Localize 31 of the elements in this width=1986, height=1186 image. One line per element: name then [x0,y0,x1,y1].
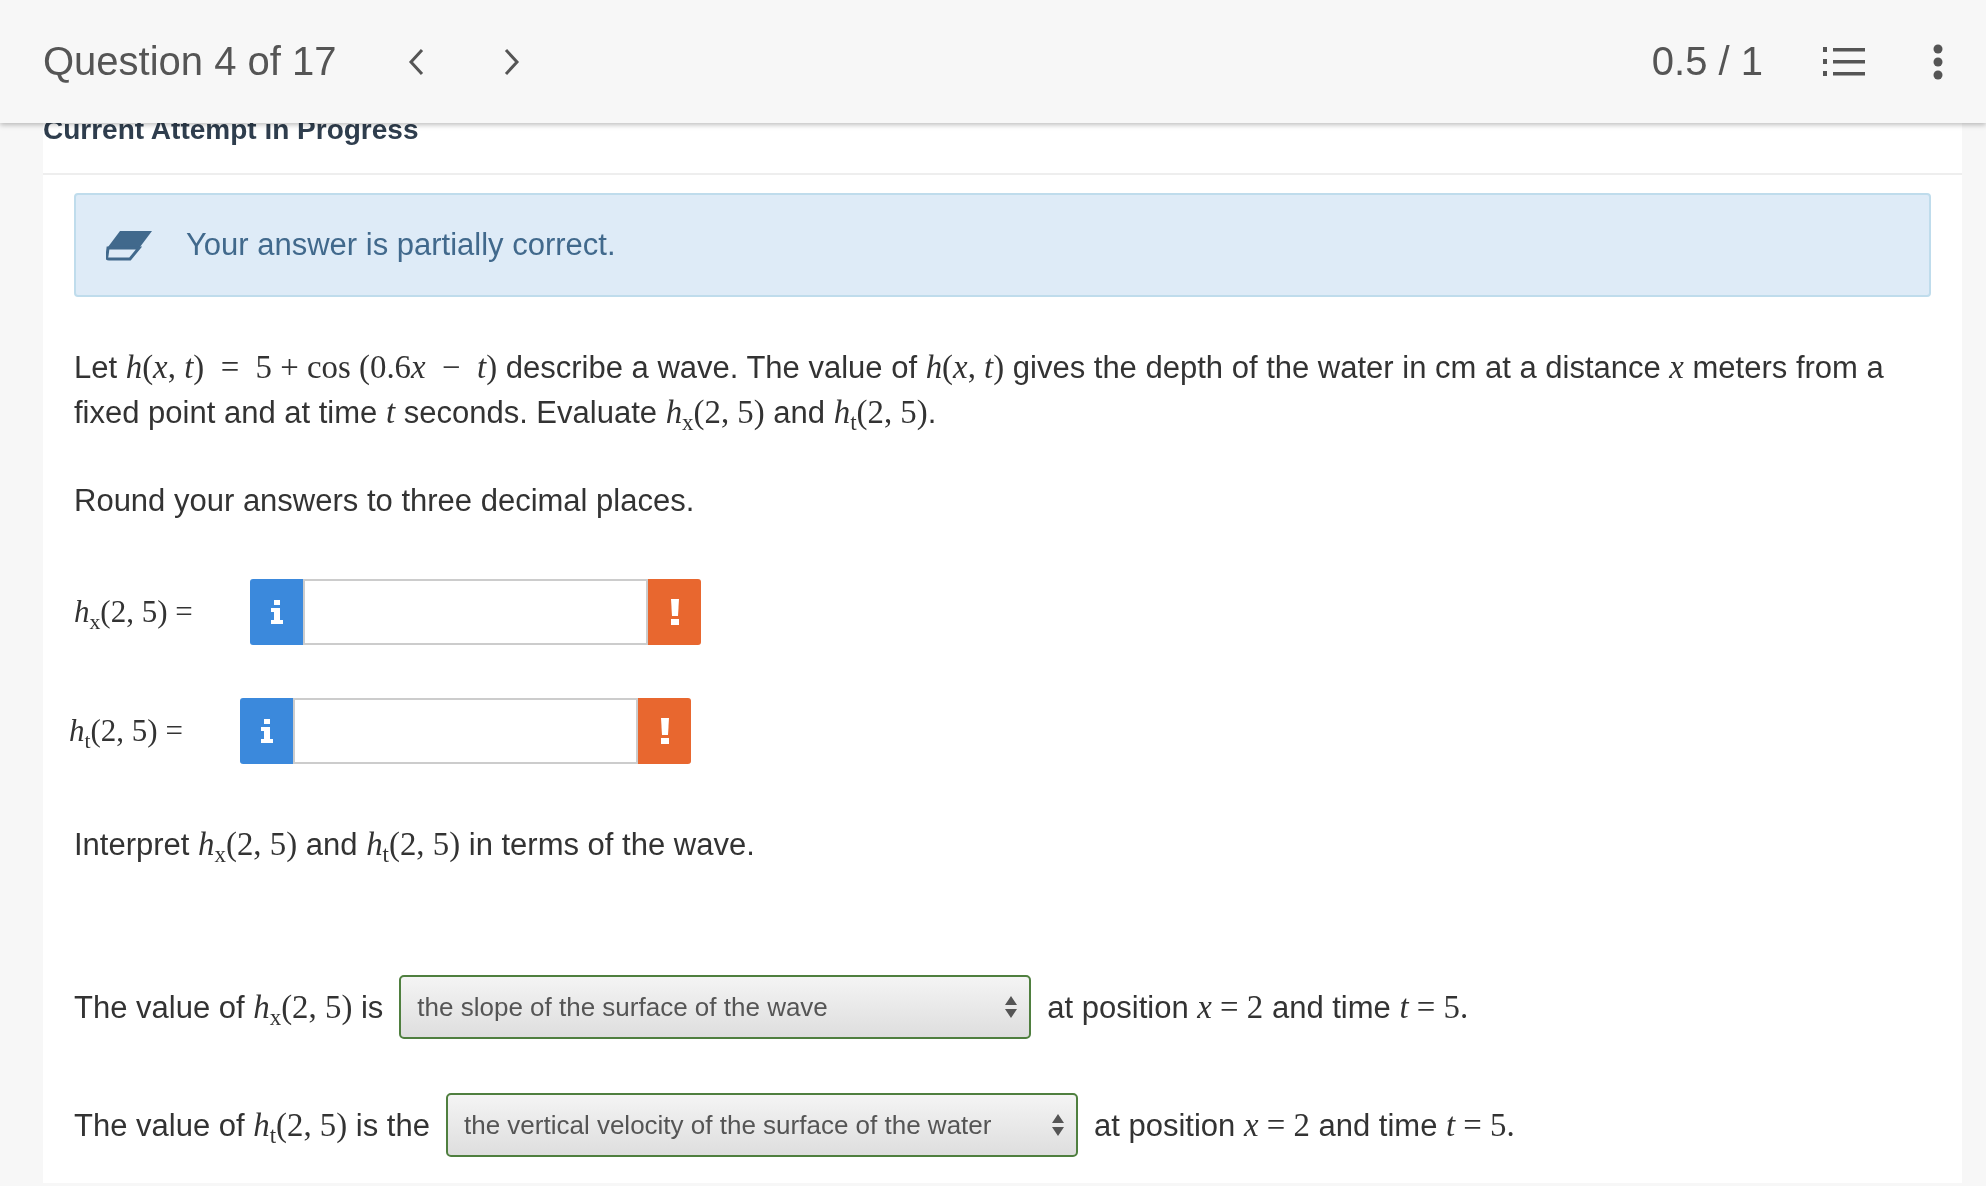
eraser-icon [106,229,154,261]
answer-field[interactable] [303,579,648,645]
exclamation-icon [669,599,680,625]
interpretation-prompt: Interpret h$_{x}$(2, 5) and h$_{t}$(2, 5) in terms of the wave. [74,825,756,867]
alert-button[interactable] [648,579,701,645]
next-icon[interactable] [502,46,521,77]
more-options-icon[interactable] [1933,43,1943,80]
answer-label: h$_{t}$(2, 5) = [69,713,184,749]
previous-icon[interactable] [406,46,425,77]
dropdown[interactable]: the vertical velocity of the surface of the water [445,1093,1078,1157]
question-text: Let h(x, t) = 5 + cos (0.6x − t) describe a wave. The value of h(x, t) gives the depth of the water in cm at a distance x meters from a fixed point and at time t seconds. Evaluate h$_{x}$(2, 5) and h$_{t}$(2, 5). [74,348,1885,435]
info-button[interactable] [240,698,293,764]
alert-button[interactable] [638,698,691,764]
answer-label: h$_{x}$(2, 5) = [74,594,194,630]
up-down-arrows-icon [1051,1114,1064,1136]
info-icon [269,600,284,624]
sentence-start: The value of h$_{x}$(2, 5) is [74,988,384,1026]
dropdown[interactable]: the slope of the surface of the wave [399,975,1032,1039]
exclamation-icon [659,718,670,744]
feedback-message: Your answer is partially correct. [186,227,616,263]
sentence-end: at position x = 2 and time t = 5. [1047,988,1469,1026]
instruction-text: Round your answers to three decimal places. [74,482,696,520]
info-icon [259,719,274,743]
question-counter: Question 4 of 17 [43,39,337,84]
sentence-start: The value of h$_{t}$(2, 5) is the [74,1106,430,1144]
score: 0.5 / 1 [1651,39,1763,84]
up-down-arrows-icon [1005,996,1018,1018]
info-button[interactable] [250,579,303,645]
sentence-end: at position x = 2 and time t = 5. [1093,1106,1515,1144]
answer-field[interactable] [293,698,638,764]
numbered-list-icon[interactable] [1823,44,1865,79]
